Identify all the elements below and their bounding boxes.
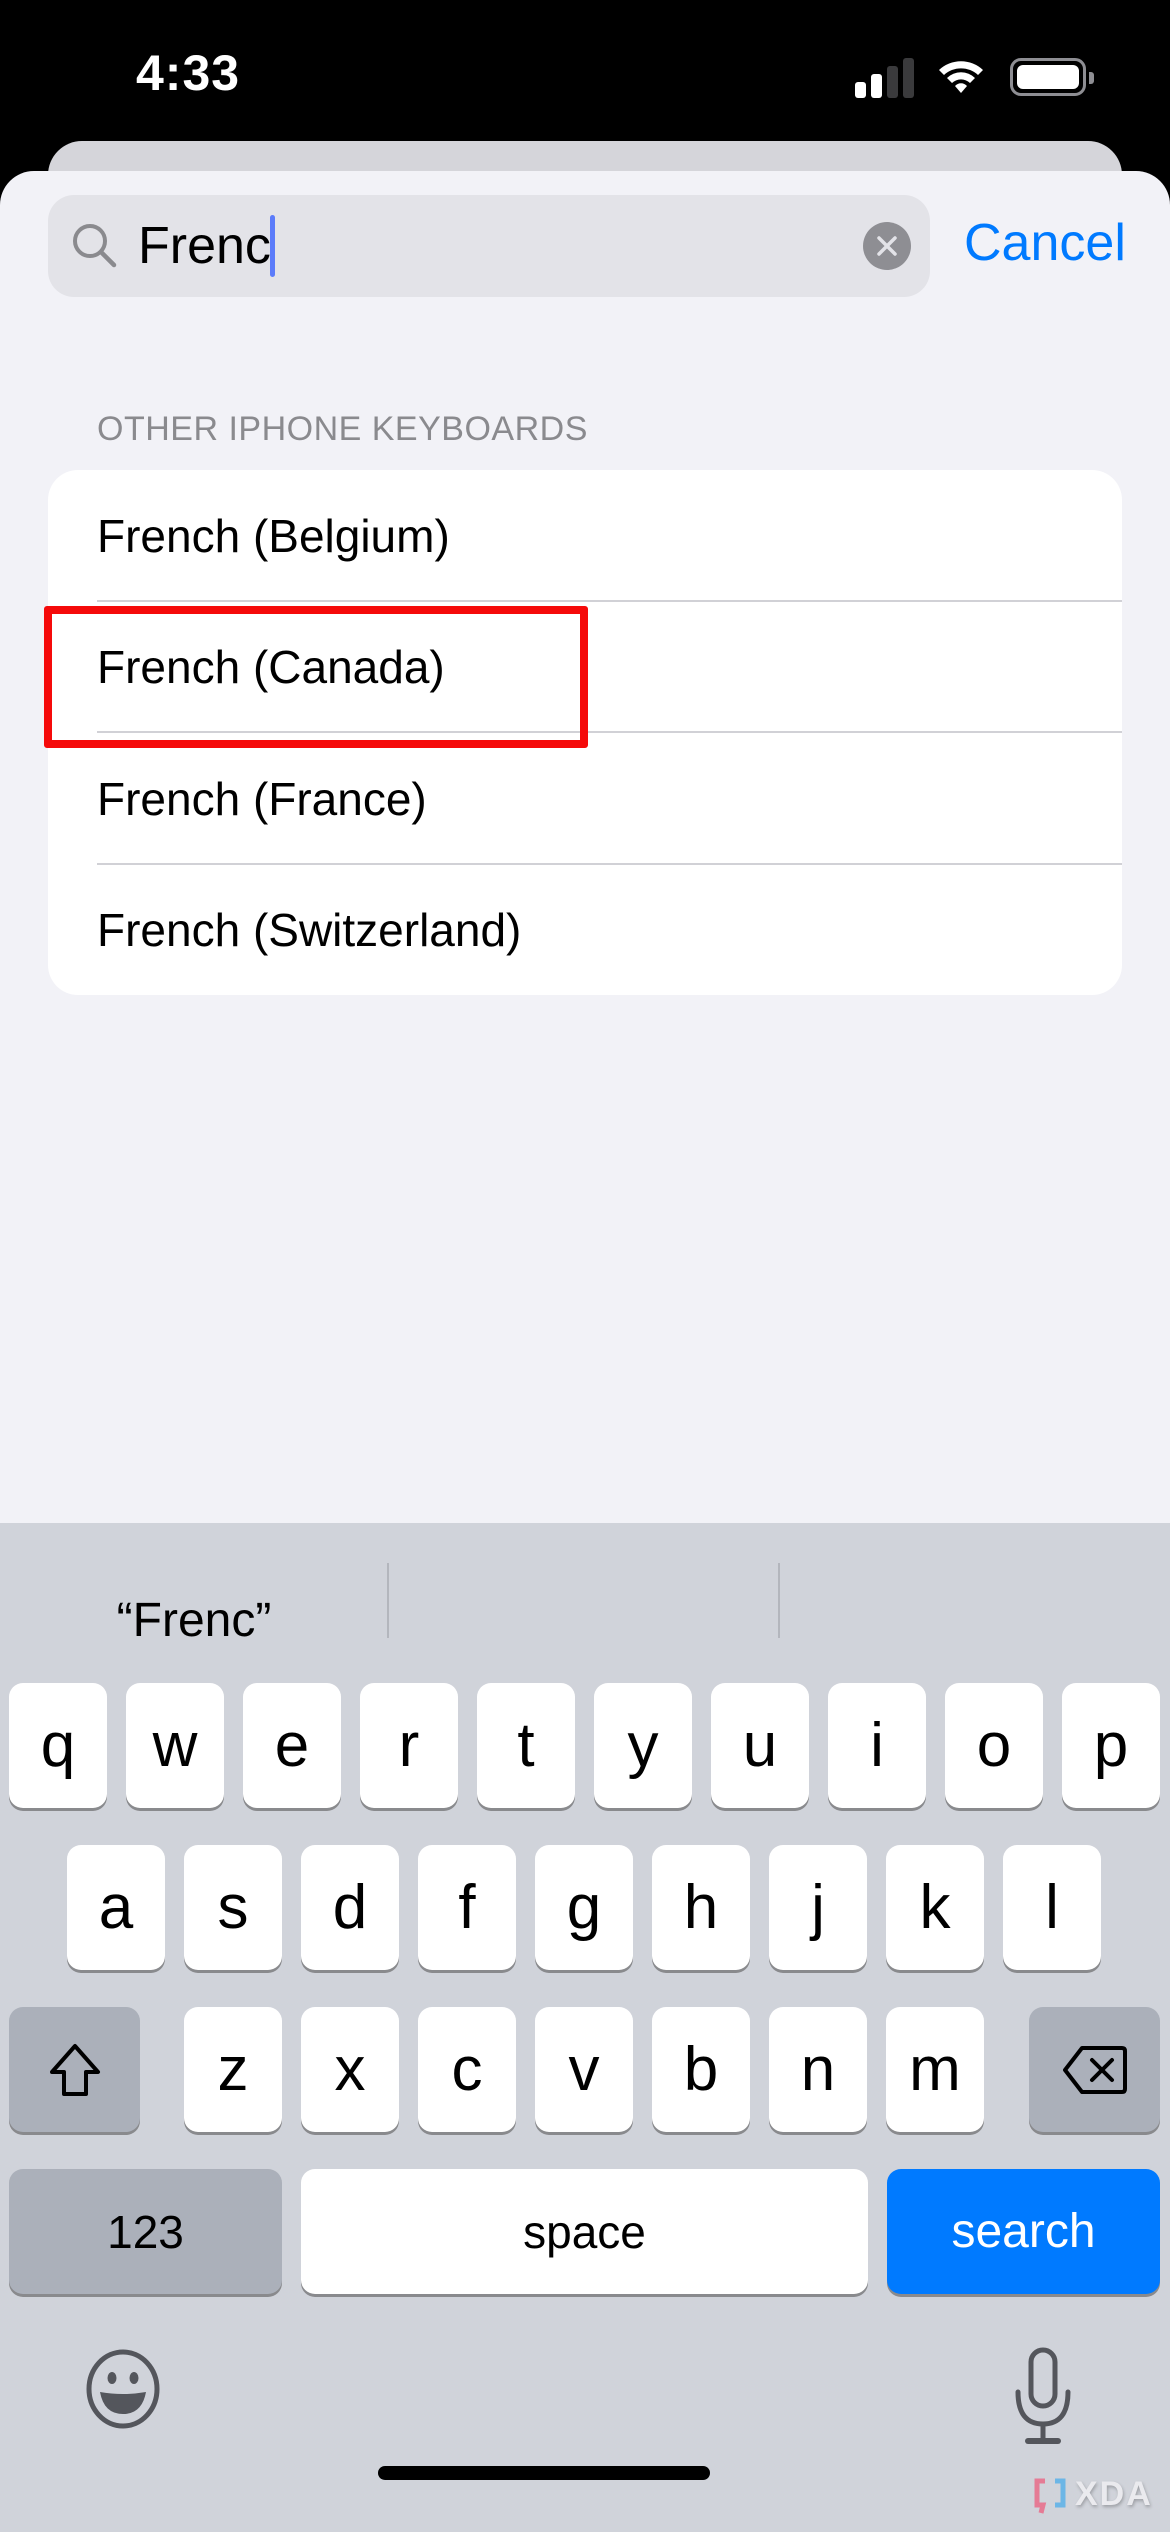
clear-search-button[interactable]	[863, 222, 911, 270]
clear-circle-icon	[877, 236, 897, 256]
status-bar: 4:33	[0, 0, 1170, 141]
key-r[interactable]: r	[360, 1683, 458, 1808]
list-item-french-belgium[interactable]: French (Belgium)	[48, 470, 1122, 602]
home-indicator[interactable]	[378, 2466, 710, 2480]
key-v[interactable]: v	[535, 2007, 633, 2132]
key-j[interactable]: j	[769, 1845, 867, 1970]
key-x[interactable]: x	[301, 2007, 399, 2132]
suggestion-1[interactable]: “Frenc”	[0, 1563, 388, 1678]
key-o[interactable]: o	[945, 1683, 1043, 1808]
search-icon	[73, 224, 117, 268]
key-g[interactable]: g	[535, 1845, 633, 1970]
xda-logo-icon	[1034, 2478, 1066, 2514]
search-input[interactable]: Frenc	[48, 195, 930, 297]
watermark-text: XDA	[1075, 2475, 1153, 2513]
key-k[interactable]: k	[886, 1845, 984, 1970]
keyboard-results-list: French (Belgium) French (Canada) French …	[48, 470, 1122, 995]
space-key[interactable]: space	[301, 2169, 868, 2294]
list-item-french-canada[interactable]: French (Canada)	[48, 602, 1122, 734]
key-f[interactable]: f	[418, 1845, 516, 1970]
key-d[interactable]: d	[301, 1845, 399, 1970]
suggestion-3[interactable]	[780, 1563, 1168, 1678]
suggestion-2[interactable]	[389, 1563, 777, 1678]
text-caret	[269, 215, 275, 277]
key-n[interactable]: n	[769, 2007, 867, 2132]
search-key[interactable]: search	[887, 2169, 1160, 2294]
microphone-icon[interactable]	[1008, 2346, 1078, 2446]
wifi-icon	[939, 61, 983, 93]
key-z[interactable]: z	[184, 2007, 282, 2132]
backspace-icon	[1062, 2045, 1127, 2094]
key-y[interactable]: y	[594, 1683, 692, 1808]
key-w[interactable]: w	[126, 1683, 224, 1808]
backspace-key[interactable]	[1029, 2007, 1160, 2132]
list-item-french-france[interactable]: French (France)	[48, 733, 1122, 865]
shift-key[interactable]	[9, 2007, 140, 2132]
shift-icon	[49, 2043, 100, 2096]
key-i[interactable]: i	[828, 1683, 926, 1808]
status-time: 4:33	[136, 45, 241, 101]
key-m[interactable]: m	[886, 2007, 984, 2132]
key-b[interactable]: b	[652, 2007, 750, 2132]
key-h[interactable]: h	[652, 1845, 750, 1970]
key-e[interactable]: e	[243, 1683, 341, 1808]
section-header: OTHER IPHONE KEYBOARDS	[97, 410, 588, 448]
key-u[interactable]: u	[711, 1683, 809, 1808]
key-l[interactable]: l	[1003, 1845, 1101, 1970]
key-p[interactable]: p	[1062, 1683, 1160, 1808]
key-a[interactable]: a	[67, 1845, 165, 1970]
key-c[interactable]: c	[418, 2007, 516, 2132]
key-q[interactable]: q	[9, 1683, 107, 1808]
search-input-value[interactable]: Frenc	[138, 215, 275, 277]
cellular-signal-icon	[855, 58, 915, 98]
numbers-key[interactable]: 123	[9, 2169, 282, 2294]
list-item-french-switzerland[interactable]: French (Switzerland)	[48, 865, 1122, 996]
emoji-icon[interactable]	[84, 2348, 162, 2430]
battery-icon	[1010, 58, 1094, 96]
xda-watermark: XDA	[1033, 2475, 1153, 2515]
cancel-button[interactable]: Cancel	[964, 212, 1126, 274]
key-t[interactable]: t	[477, 1683, 575, 1808]
key-s[interactable]: s	[184, 1845, 282, 1970]
